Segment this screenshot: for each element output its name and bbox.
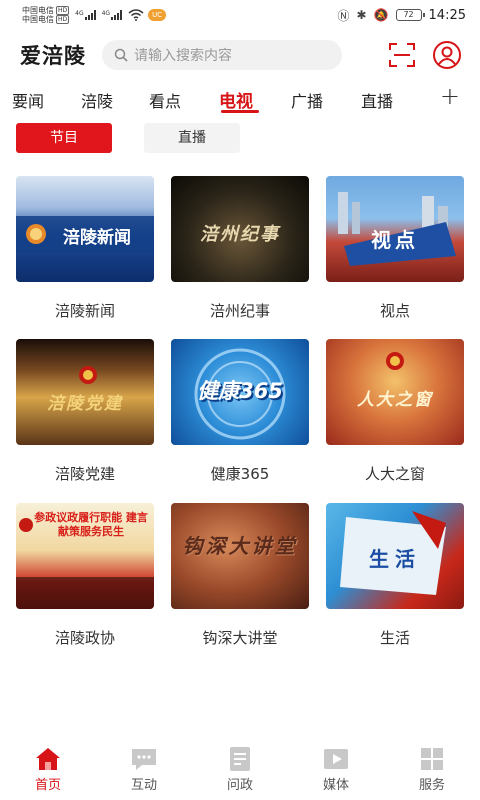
program-thumbnail[interactable]: 人大之窗 [326, 339, 464, 445]
signal-icon: 4G [75, 10, 96, 20]
grid-icon [421, 748, 443, 770]
tab-kandian[interactable]: 看点 [149, 88, 181, 112]
media-icon [324, 749, 348, 769]
wifi-icon [128, 9, 144, 21]
tab-radio[interactable]: 广播 [291, 88, 323, 112]
program-card[interactable]: 参政议政履行职能 建言献策服务民生 涪陵政协 [16, 503, 154, 648]
nav-label: 问政 [226, 778, 253, 793]
nfc-icon: Ⓝ [337, 8, 350, 23]
program-thumbnail[interactable]: 涪州纪事 [171, 176, 309, 282]
tab-tv[interactable]: 电视 [219, 87, 253, 112]
program-card[interactable]: 人大之窗 人大之窗 [326, 339, 464, 484]
program-label: 人大之窗 [364, 465, 425, 483]
thumbnail-title: 参政议政履行职能 建言献策服务民生 [34, 511, 148, 538]
program-thumbnail[interactable]: 生活 [326, 503, 464, 609]
nav-label: 首页 [34, 778, 61, 793]
nav-label: 服务 [418, 778, 445, 793]
battery-icon: 72 [395, 9, 425, 21]
subtab-live[interactable]: 直播 [144, 123, 240, 153]
scan-icon[interactable] [388, 41, 416, 69]
user-profile-icon[interactable] [432, 40, 462, 70]
program-card[interactable]: 涪州纪事 涪州纪事 [171, 176, 309, 321]
uc-notification-icon: UC [148, 9, 167, 21]
program-card[interactable]: 健康365 健康365 [171, 339, 309, 484]
program-label: 涪州纪事 [209, 302, 270, 320]
program-card[interactable]: 钩深大讲堂 钩深大讲堂 [171, 503, 309, 648]
program-card[interactable]: 视点 视点 [326, 176, 464, 321]
program-label: 视点 [379, 302, 410, 320]
status-bar: 中国电信 HD 中国电信 HD 4G 4G UC Ⓝ ✱ 🔕 72 14:25 [0, 0, 480, 30]
program-label: 钩深大讲堂 [202, 629, 278, 647]
program-thumbnail[interactable]: 涪陵党建 [16, 339, 154, 445]
thumbnail-title: 健康365 [197, 379, 283, 403]
program-label: 涪陵党建 [54, 465, 115, 483]
thumbnail-title: 钩深大讲堂 [182, 534, 298, 558]
thumbnail-title: 涪陵党建 [47, 394, 123, 414]
nav-label: 互动 [130, 778, 157, 793]
program-card[interactable]: 生活 生活 [326, 503, 464, 648]
nav-politics[interactable]: 问政 [192, 742, 288, 800]
hd-badge: HD [56, 6, 70, 15]
home-icon [36, 748, 60, 770]
signal-icon: 4G [102, 10, 123, 20]
carrier-name: 中国电信 [22, 6, 54, 15]
add-channel-button[interactable]: + [440, 84, 460, 108]
program-label: 涪陵政协 [54, 629, 115, 647]
hd-badge: HD [56, 15, 70, 24]
clock: 14:25 [428, 7, 466, 23]
carrier-info: 中国电信 HD 中国电信 HD [22, 6, 70, 24]
nav-home[interactable]: 首页 [0, 742, 96, 800]
tab-live[interactable]: 直播 [361, 88, 393, 112]
thumbnail-title: 涪陵新闻 [63, 228, 131, 248]
subtab-programs[interactable]: 节目 [16, 123, 112, 153]
program-label: 涪陵新闻 [54, 302, 115, 320]
tab-fuling[interactable]: 涪陵 [81, 88, 113, 112]
channel-tabs: 要闻 涪陵 看点 电视 广播 直播 + [0, 82, 480, 118]
thumbnail-title: 视点 [371, 228, 419, 252]
search-input[interactable]: 请输入搜索内容 [102, 40, 342, 70]
app-title: 爱涪陵 [20, 43, 86, 68]
program-thumbnail[interactable]: 钩深大讲堂 [171, 503, 309, 609]
nav-service[interactable]: 服务 [384, 742, 480, 800]
program-label: 健康365 [210, 465, 270, 483]
program-card[interactable]: 涪陵党建 涪陵党建 [16, 339, 154, 484]
thumbnail-title: 涪州纪事 [200, 224, 280, 245]
program-thumbnail[interactable]: 健康365 [171, 339, 309, 445]
active-tab-indicator [221, 110, 259, 113]
nav-media[interactable]: 媒体 [288, 742, 384, 800]
nav-label: 媒体 [322, 778, 349, 793]
thumbnail-title: 人大之窗 [357, 390, 433, 410]
search-placeholder: 请输入搜索内容 [134, 48, 232, 64]
chat-icon [132, 749, 156, 770]
carrier-name: 中国电信 [22, 15, 54, 24]
program-label: 生活 [379, 629, 410, 647]
bottom-navigation: 首页 互动 问政 媒体 服务 [0, 742, 480, 800]
nav-interact[interactable]: 互动 [96, 742, 192, 800]
tab-yaowen[interactable]: 要闻 [12, 88, 44, 112]
search-icon [114, 48, 128, 62]
mute-icon: 🔕 [373, 8, 389, 22]
program-thumbnail[interactable]: 视点 [326, 176, 464, 282]
thumbnail-title: 生活 [369, 547, 421, 571]
app-header: 爱涪陵 请输入搜索内容 [0, 30, 480, 80]
document-icon [230, 747, 250, 771]
bluetooth-icon: ✱ [356, 8, 367, 22]
program-thumbnail[interactable]: 涪陵新闻 [16, 176, 154, 282]
program-card[interactable]: 涪陵新闻 涪陵新闻 [16, 176, 154, 321]
program-thumbnail[interactable]: 参政议政履行职能 建言献策服务民生 [16, 503, 154, 609]
